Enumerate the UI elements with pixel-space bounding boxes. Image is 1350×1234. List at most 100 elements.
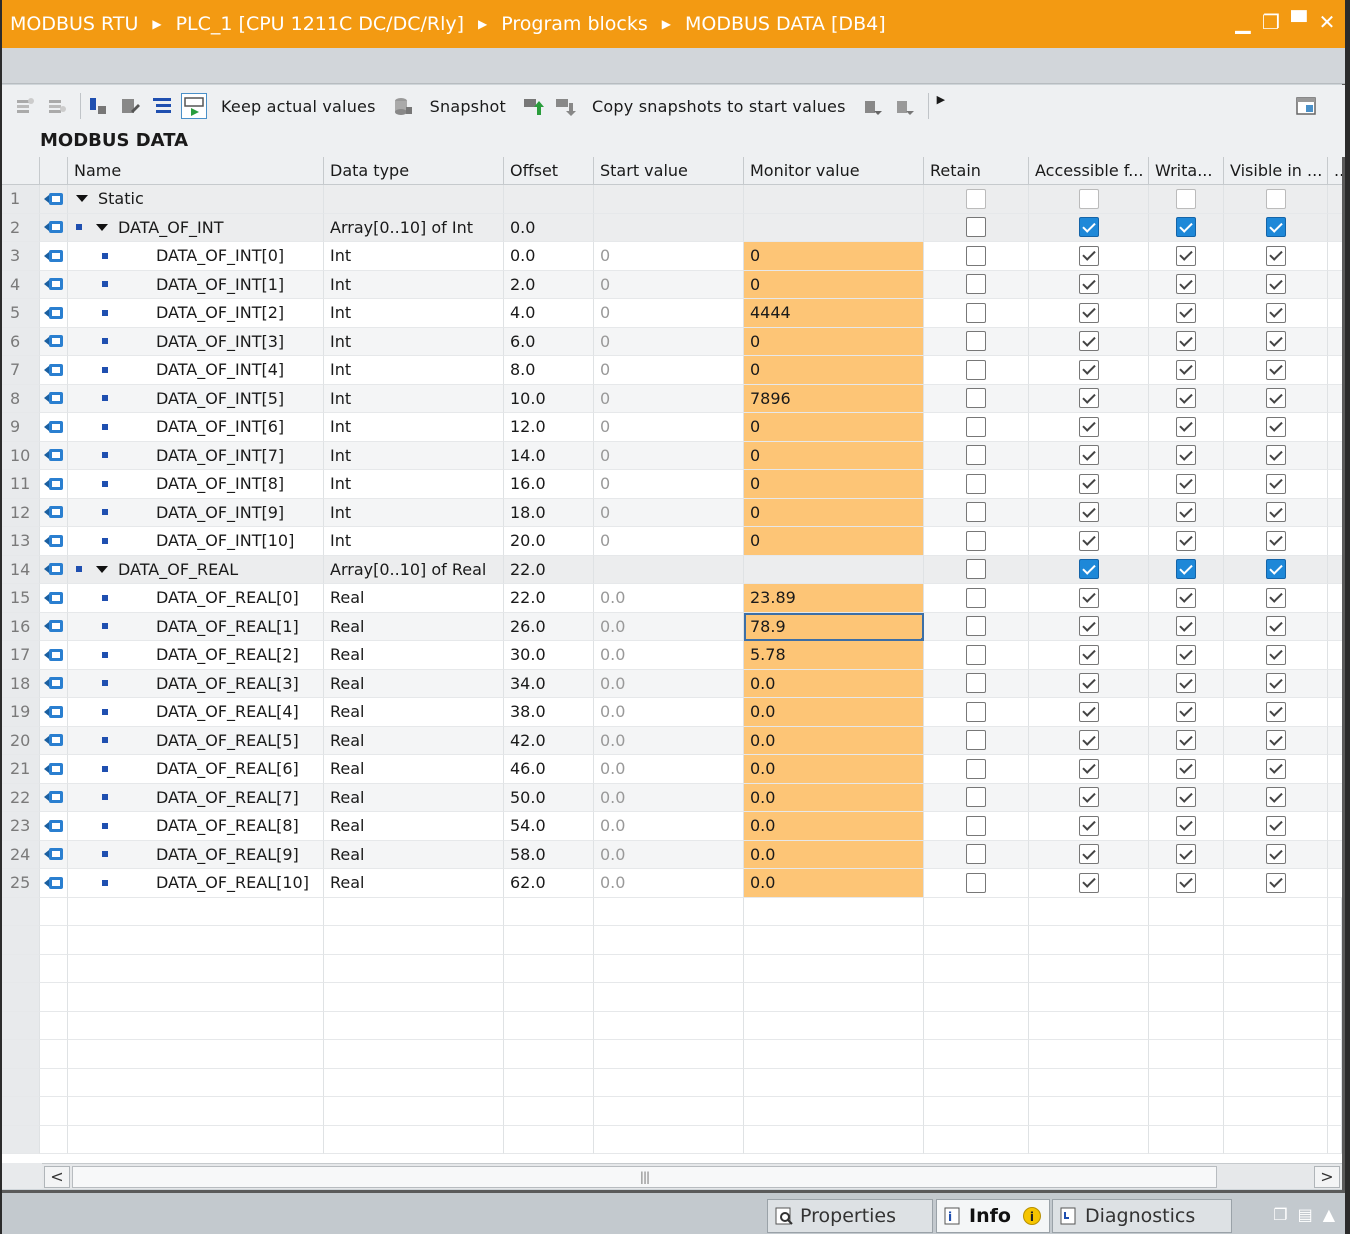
name-cell[interactable]: DATA_OF_INT[2] bbox=[68, 299, 324, 328]
writable-checkbox[interactable] bbox=[1176, 359, 1196, 380]
header-writable[interactable]: Writa... bbox=[1149, 157, 1224, 185]
name-cell[interactable]: DATA_OF_INT[0] bbox=[68, 242, 324, 271]
name-cell[interactable]: DATA_OF_INT[6] bbox=[68, 413, 324, 442]
accessible-checkbox[interactable] bbox=[1078, 502, 1099, 523]
tab-properties[interactable]: Properties bbox=[767, 1199, 933, 1233]
writable-checkbox[interactable] bbox=[1176, 616, 1196, 637]
writable-checkbox[interactable] bbox=[1176, 559, 1196, 580]
accessible-checkbox[interactable] bbox=[1078, 331, 1099, 352]
table-row[interactable]: 1 Static bbox=[2, 185, 1342, 214]
start-value-cell[interactable] bbox=[594, 213, 744, 242]
name-cell[interactable]: DATA_OF_REAL[1] bbox=[68, 612, 324, 641]
layout-toggle-icon[interactable] bbox=[1293, 93, 1319, 119]
insert-row-icon[interactable] bbox=[12, 93, 38, 119]
expand-panel-icon[interactable]: ▲ bbox=[1323, 1205, 1335, 1224]
empty-row[interactable] bbox=[2, 897, 1342, 926]
start-value-cell[interactable]: 0 bbox=[594, 327, 744, 356]
name-cell[interactable]: DATA_OF_REAL[6] bbox=[68, 755, 324, 784]
table-row[interactable]: 4 DATA_OF_INT[1] Int 2.0 0 0 bbox=[2, 270, 1342, 299]
accessible-checkbox[interactable] bbox=[1078, 416, 1099, 437]
start-value-cell[interactable]: 0 bbox=[594, 384, 744, 413]
data-type-cell[interactable]: Real bbox=[324, 783, 504, 812]
writable-checkbox[interactable] bbox=[1176, 530, 1196, 551]
visible-checkbox[interactable] bbox=[1265, 359, 1286, 380]
retain-checkbox[interactable] bbox=[966, 872, 986, 893]
name-cell[interactable]: DATA_OF_REAL[5] bbox=[68, 726, 324, 755]
monitor-value-cell[interactable]: 0.0 bbox=[744, 812, 924, 841]
empty-row[interactable] bbox=[2, 1040, 1342, 1069]
start-value-cell[interactable]: 0.0 bbox=[594, 641, 744, 670]
name-cell[interactable]: DATA_OF_REAL[8] bbox=[68, 812, 324, 841]
data-type-cell[interactable]: Real bbox=[324, 584, 504, 613]
monitor-value-cell[interactable]: 7896 bbox=[744, 384, 924, 413]
monitor-value-cell[interactable]: 78.9 bbox=[744, 612, 924, 641]
name-cell[interactable]: DATA_OF_INT[7] bbox=[68, 441, 324, 470]
split-panel-icon[interactable]: ▤ bbox=[1298, 1205, 1313, 1224]
data-type-cell[interactable]: Real bbox=[324, 755, 504, 784]
empty-row[interactable] bbox=[2, 1068, 1342, 1097]
monitor-value-cell[interactable] bbox=[744, 213, 924, 242]
table-row[interactable]: 2 DATA_OF_INT Array[0..10] of Int 0.0 bbox=[2, 213, 1342, 242]
empty-row[interactable] bbox=[2, 1097, 1342, 1126]
retain-checkbox[interactable] bbox=[966, 815, 986, 836]
empty-row[interactable] bbox=[2, 926, 1342, 955]
table-row[interactable]: 6 DATA_OF_INT[3] Int 6.0 0 0 bbox=[2, 327, 1342, 356]
data-type-cell[interactable]: Int bbox=[324, 413, 504, 442]
list-view-icon[interactable] bbox=[149, 93, 175, 119]
monitor-value-cell[interactable] bbox=[744, 185, 924, 214]
retain-checkbox[interactable] bbox=[966, 302, 986, 323]
data-type-cell[interactable]: Real bbox=[324, 840, 504, 869]
visible-checkbox[interactable] bbox=[1265, 416, 1286, 437]
header-name[interactable]: Name bbox=[68, 157, 324, 185]
monitor-value-cell[interactable]: 4444 bbox=[744, 299, 924, 328]
accessible-checkbox[interactable] bbox=[1078, 388, 1099, 409]
header-visible[interactable]: Visible in ... bbox=[1224, 157, 1328, 185]
table-row[interactable]: 17 DATA_OF_REAL[2] Real 30.0 0.0 5.78 bbox=[2, 641, 1342, 670]
monitor-all-icon[interactable] bbox=[181, 93, 207, 119]
visible-checkbox[interactable] bbox=[1265, 844, 1286, 865]
writable-checkbox[interactable] bbox=[1176, 302, 1196, 323]
writable-checkbox[interactable] bbox=[1176, 331, 1196, 352]
start-value-cell[interactable]: 0 bbox=[594, 413, 744, 442]
writable-checkbox[interactable] bbox=[1176, 388, 1196, 409]
scroll-right-icon[interactable]: > bbox=[1314, 1166, 1340, 1188]
name-cell[interactable]: DATA_OF_INT[3] bbox=[68, 327, 324, 356]
writable-checkbox[interactable] bbox=[1176, 502, 1196, 523]
visible-checkbox[interactable] bbox=[1265, 559, 1286, 580]
accessible-checkbox[interactable] bbox=[1078, 730, 1099, 751]
data-type-cell[interactable]: Int bbox=[324, 470, 504, 499]
retain-checkbox[interactable] bbox=[966, 188, 986, 209]
monitor-value-cell[interactable]: 0.0 bbox=[744, 726, 924, 755]
table-row[interactable]: 8 DATA_OF_INT[5] Int 10.0 0 7896 bbox=[2, 384, 1342, 413]
start-value-cell[interactable]: 0.0 bbox=[594, 726, 744, 755]
accessible-checkbox[interactable] bbox=[1078, 587, 1099, 608]
visible-checkbox[interactable] bbox=[1265, 815, 1286, 836]
start-value-cell[interactable] bbox=[594, 185, 744, 214]
start-value-cell[interactable]: 0.0 bbox=[594, 669, 744, 698]
retain-checkbox[interactable] bbox=[966, 245, 986, 266]
data-type-cell[interactable]: Int bbox=[324, 299, 504, 328]
writable-checkbox[interactable] bbox=[1176, 473, 1196, 494]
data-type-cell[interactable]: Int bbox=[324, 441, 504, 470]
name-cell[interactable]: DATA_OF_INT[1] bbox=[68, 270, 324, 299]
retain-checkbox[interactable] bbox=[966, 331, 986, 352]
start-value-cell[interactable]: 0.0 bbox=[594, 755, 744, 784]
writable-checkbox[interactable] bbox=[1176, 701, 1196, 722]
visible-checkbox[interactable] bbox=[1265, 644, 1286, 665]
start-value-cell[interactable]: 0.0 bbox=[594, 812, 744, 841]
table-row[interactable]: 14 DATA_OF_REAL Array[0..10] of Real 22.0 bbox=[2, 555, 1342, 584]
add-row-icon[interactable] bbox=[44, 93, 70, 119]
writable-checkbox[interactable] bbox=[1176, 217, 1196, 238]
breadcrumb-program-blocks[interactable]: Program blocks bbox=[501, 13, 648, 35]
collapse-triangle-icon[interactable] bbox=[96, 565, 108, 573]
accessible-checkbox[interactable] bbox=[1078, 644, 1099, 665]
data-type-cell[interactable]: Real bbox=[324, 641, 504, 670]
snapshot-load-icon[interactable] bbox=[520, 93, 546, 119]
table-row[interactable]: 12 DATA_OF_INT[9] Int 18.0 0 0 bbox=[2, 498, 1342, 527]
visible-checkbox[interactable] bbox=[1265, 787, 1286, 808]
start-value-cell[interactable]: 0 bbox=[594, 498, 744, 527]
retain-checkbox[interactable] bbox=[966, 787, 986, 808]
start-value-cell[interactable]: 0 bbox=[594, 299, 744, 328]
name-cell[interactable]: DATA_OF_REAL[10] bbox=[68, 869, 324, 898]
name-cell[interactable]: DATA_OF_REAL[9] bbox=[68, 840, 324, 869]
